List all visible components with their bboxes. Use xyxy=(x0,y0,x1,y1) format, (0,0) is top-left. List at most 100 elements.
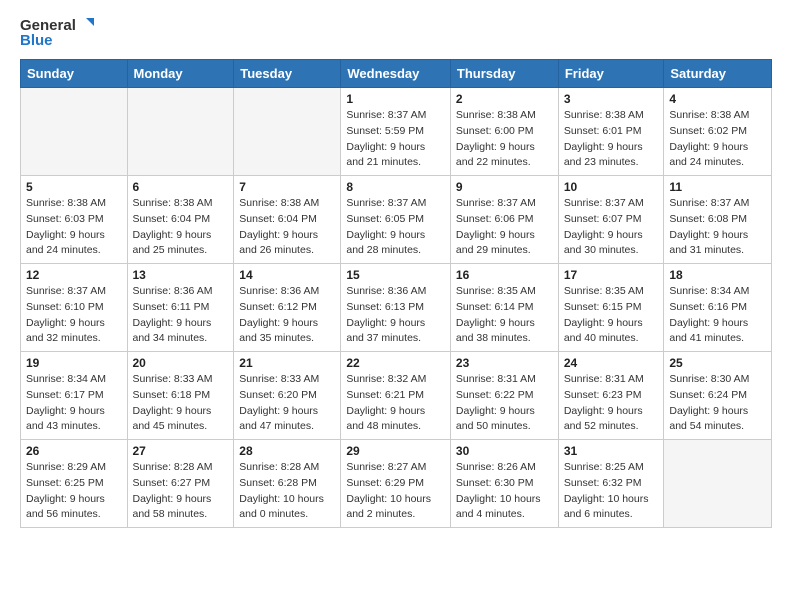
calendar-cell: 18 Sunrise: 8:34 AM Sunset: 6:16 PM Dayli… xyxy=(664,264,772,352)
day-info: Sunrise: 8:29 AM Sunset: 6:25 PM Dayligh… xyxy=(26,460,122,523)
day-number: 17 xyxy=(564,268,659,282)
day-info: Sunrise: 8:38 AM Sunset: 6:03 PM Dayligh… xyxy=(26,196,122,259)
day-number: 3 xyxy=(564,92,659,106)
logo-blue-text: Blue xyxy=(20,32,53,49)
day-number: 29 xyxy=(346,444,445,458)
logo: General Blue xyxy=(20,16,96,49)
day-info: Sunrise: 8:37 AM Sunset: 6:08 PM Dayligh… xyxy=(669,196,766,259)
calendar-cell: 24Sunrise: 8:31 AM Sunset: 6:23 PM Dayli… xyxy=(558,352,664,440)
weekday-header-saturday: Saturday xyxy=(664,60,772,88)
calendar-cell: 16 Sunrise: 8:35 AM Sunset: 6:14 PM Dayli… xyxy=(450,264,558,352)
day-info: Sunrise: 8:37 AM Sunset: 6:05 PM Dayligh… xyxy=(346,196,445,259)
day-number: 8 xyxy=(346,180,445,194)
day-info: Sunrise: 8:38 AM Sunset: 6:00 PM Dayligh… xyxy=(456,108,553,171)
day-info: Sunrise: 8:36 AM Sunset: 6:12 PM Dayligh… xyxy=(239,284,335,347)
calendar-cell: 26Sunrise: 8:29 AM Sunset: 6:25 PM Dayli… xyxy=(21,440,128,528)
calendar-cell: 7 Sunrise: 8:38 AM Sunset: 6:04 PM Daylig… xyxy=(234,176,341,264)
weekday-header-sunday: Sunday xyxy=(21,60,128,88)
calendar-table: SundayMondayTuesdayWednesdayThursdayFrid… xyxy=(20,59,772,528)
day-info: Sunrise: 8:38 AM Sunset: 6:01 PM Dayligh… xyxy=(564,108,659,171)
day-number: 13 xyxy=(133,268,229,282)
weekday-header-tuesday: Tuesday xyxy=(234,60,341,88)
calendar-cell: 22 Sunrise: 8:32 AM Sunset: 6:21 PM Dayli… xyxy=(341,352,451,440)
day-number: 25 xyxy=(669,356,766,370)
calendar-cell: 3 Sunrise: 8:38 AM Sunset: 6:01 PM Daylig… xyxy=(558,88,664,176)
calendar-cell: 4 Sunrise: 8:38 AM Sunset: 6:02 PM Daylig… xyxy=(664,88,772,176)
day-number: 18 xyxy=(669,268,766,282)
day-number: 27 xyxy=(133,444,229,458)
calendar-cell: 10 Sunrise: 8:37 AM Sunset: 6:07 PM Dayli… xyxy=(558,176,664,264)
calendar-cell: 9Sunrise: 8:37 AM Sunset: 6:06 PM Daylig… xyxy=(450,176,558,264)
day-number: 10 xyxy=(564,180,659,194)
day-info: Sunrise: 8:30 AM Sunset: 6:24 PM Dayligh… xyxy=(669,372,766,435)
day-info: Sunrise: 8:33 AM Sunset: 6:18 PM Dayligh… xyxy=(133,372,229,435)
day-number: 22 xyxy=(346,356,445,370)
day-info: Sunrise: 8:26 AM Sunset: 6:30 PM Dayligh… xyxy=(456,460,553,523)
calendar-cell: 31Sunrise: 8:25 AM Sunset: 6:32 PM Dayli… xyxy=(558,440,664,528)
weekday-header-row: SundayMondayTuesdayWednesdayThursdayFrid… xyxy=(21,60,772,88)
day-info: Sunrise: 8:25 AM Sunset: 6:32 PM Dayligh… xyxy=(564,460,659,523)
day-info: Sunrise: 8:34 AM Sunset: 6:16 PM Dayligh… xyxy=(669,284,766,347)
week-row-3: 12 Sunrise: 8:37 AM Sunset: 6:10 PM Dayli… xyxy=(21,264,772,352)
day-info: Sunrise: 8:34 AM Sunset: 6:17 PM Dayligh… xyxy=(26,372,122,435)
day-info: Sunrise: 8:36 AM Sunset: 6:13 PM Dayligh… xyxy=(346,284,445,347)
day-number: 20 xyxy=(133,356,229,370)
calendar-cell xyxy=(664,440,772,528)
day-number: 9 xyxy=(456,180,553,194)
calendar-cell: 21 Sunrise: 8:33 AM Sunset: 6:20 PM Dayli… xyxy=(234,352,341,440)
day-number: 14 xyxy=(239,268,335,282)
calendar-cell: 1 Sunrise: 8:37 AM Sunset: 5:59 PM Daylig… xyxy=(341,88,451,176)
day-number: 6 xyxy=(133,180,229,194)
calendar-cell: 12 Sunrise: 8:37 AM Sunset: 6:10 PM Dayli… xyxy=(21,264,128,352)
day-number: 7 xyxy=(239,180,335,194)
calendar-cell: 29 Sunrise: 8:27 AM Sunset: 6:29 PM Dayli… xyxy=(341,440,451,528)
day-info: Sunrise: 8:35 AM Sunset: 6:14 PM Dayligh… xyxy=(456,284,553,347)
calendar-cell: 28 Sunrise: 8:28 AM Sunset: 6:28 PM Dayli… xyxy=(234,440,341,528)
calendar-cell: 11 Sunrise: 8:37 AM Sunset: 6:08 PM Dayli… xyxy=(664,176,772,264)
week-row-4: 19Sunrise: 8:34 AM Sunset: 6:17 PM Dayli… xyxy=(21,352,772,440)
day-number: 12 xyxy=(26,268,122,282)
day-info: Sunrise: 8:38 AM Sunset: 6:04 PM Dayligh… xyxy=(239,196,335,259)
day-info: Sunrise: 8:37 AM Sunset: 5:59 PM Dayligh… xyxy=(346,108,445,171)
day-info: Sunrise: 8:27 AM Sunset: 6:29 PM Dayligh… xyxy=(346,460,445,523)
day-info: Sunrise: 8:36 AM Sunset: 6:11 PM Dayligh… xyxy=(133,284,229,347)
logo-general-text: General xyxy=(20,17,76,34)
day-info: Sunrise: 8:38 AM Sunset: 6:02 PM Dayligh… xyxy=(669,108,766,171)
weekday-header-wednesday: Wednesday xyxy=(341,60,451,88)
week-row-5: 26Sunrise: 8:29 AM Sunset: 6:25 PM Dayli… xyxy=(21,440,772,528)
calendar-cell: 23 Sunrise: 8:31 AM Sunset: 6:22 PM Dayli… xyxy=(450,352,558,440)
week-row-2: 5 Sunrise: 8:38 AM Sunset: 6:03 PM Daylig… xyxy=(21,176,772,264)
calendar-cell: 13 Sunrise: 8:36 AM Sunset: 6:11 PM Dayli… xyxy=(127,264,234,352)
day-number: 23 xyxy=(456,356,553,370)
day-info: Sunrise: 8:35 AM Sunset: 6:15 PM Dayligh… xyxy=(564,284,659,347)
weekday-header-friday: Friday xyxy=(558,60,664,88)
day-number: 16 xyxy=(456,268,553,282)
day-info: Sunrise: 8:37 AM Sunset: 6:10 PM Dayligh… xyxy=(26,284,122,347)
calendar-cell: 25 Sunrise: 8:30 AM Sunset: 6:24 PM Dayli… xyxy=(664,352,772,440)
day-info: Sunrise: 8:32 AM Sunset: 6:21 PM Dayligh… xyxy=(346,372,445,435)
day-info: Sunrise: 8:38 AM Sunset: 6:04 PM Dayligh… xyxy=(133,196,229,259)
day-info: Sunrise: 8:31 AM Sunset: 6:22 PM Dayligh… xyxy=(456,372,553,435)
calendar-cell: 17 Sunrise: 8:35 AM Sunset: 6:15 PM Dayli… xyxy=(558,264,664,352)
day-number: 21 xyxy=(239,356,335,370)
day-number: 28 xyxy=(239,444,335,458)
day-info: Sunrise: 8:37 AM Sunset: 6:07 PM Dayligh… xyxy=(564,196,659,259)
day-info: Sunrise: 8:33 AM Sunset: 6:20 PM Dayligh… xyxy=(239,372,335,435)
day-number: 5 xyxy=(26,180,122,194)
calendar-cell xyxy=(21,88,128,176)
day-number: 11 xyxy=(669,180,766,194)
day-info: Sunrise: 8:28 AM Sunset: 6:27 PM Dayligh… xyxy=(133,460,229,523)
calendar-cell: 19Sunrise: 8:34 AM Sunset: 6:17 PM Dayli… xyxy=(21,352,128,440)
day-number: 1 xyxy=(346,92,445,106)
weekday-header-monday: Monday xyxy=(127,60,234,88)
logo-arrow-icon xyxy=(78,16,96,34)
day-number: 4 xyxy=(669,92,766,106)
day-info: Sunrise: 8:28 AM Sunset: 6:28 PM Dayligh… xyxy=(239,460,335,523)
calendar-cell: 2 Sunrise: 8:38 AM Sunset: 6:00 PM Daylig… xyxy=(450,88,558,176)
week-row-1: 1 Sunrise: 8:37 AM Sunset: 5:59 PM Daylig… xyxy=(21,88,772,176)
calendar-cell xyxy=(234,88,341,176)
day-info: Sunrise: 8:31 AM Sunset: 6:23 PM Dayligh… xyxy=(564,372,659,435)
calendar-cell: 30Sunrise: 8:26 AM Sunset: 6:30 PM Dayli… xyxy=(450,440,558,528)
day-number: 2 xyxy=(456,92,553,106)
calendar-cell: 14 Sunrise: 8:36 AM Sunset: 6:12 PM Dayli… xyxy=(234,264,341,352)
